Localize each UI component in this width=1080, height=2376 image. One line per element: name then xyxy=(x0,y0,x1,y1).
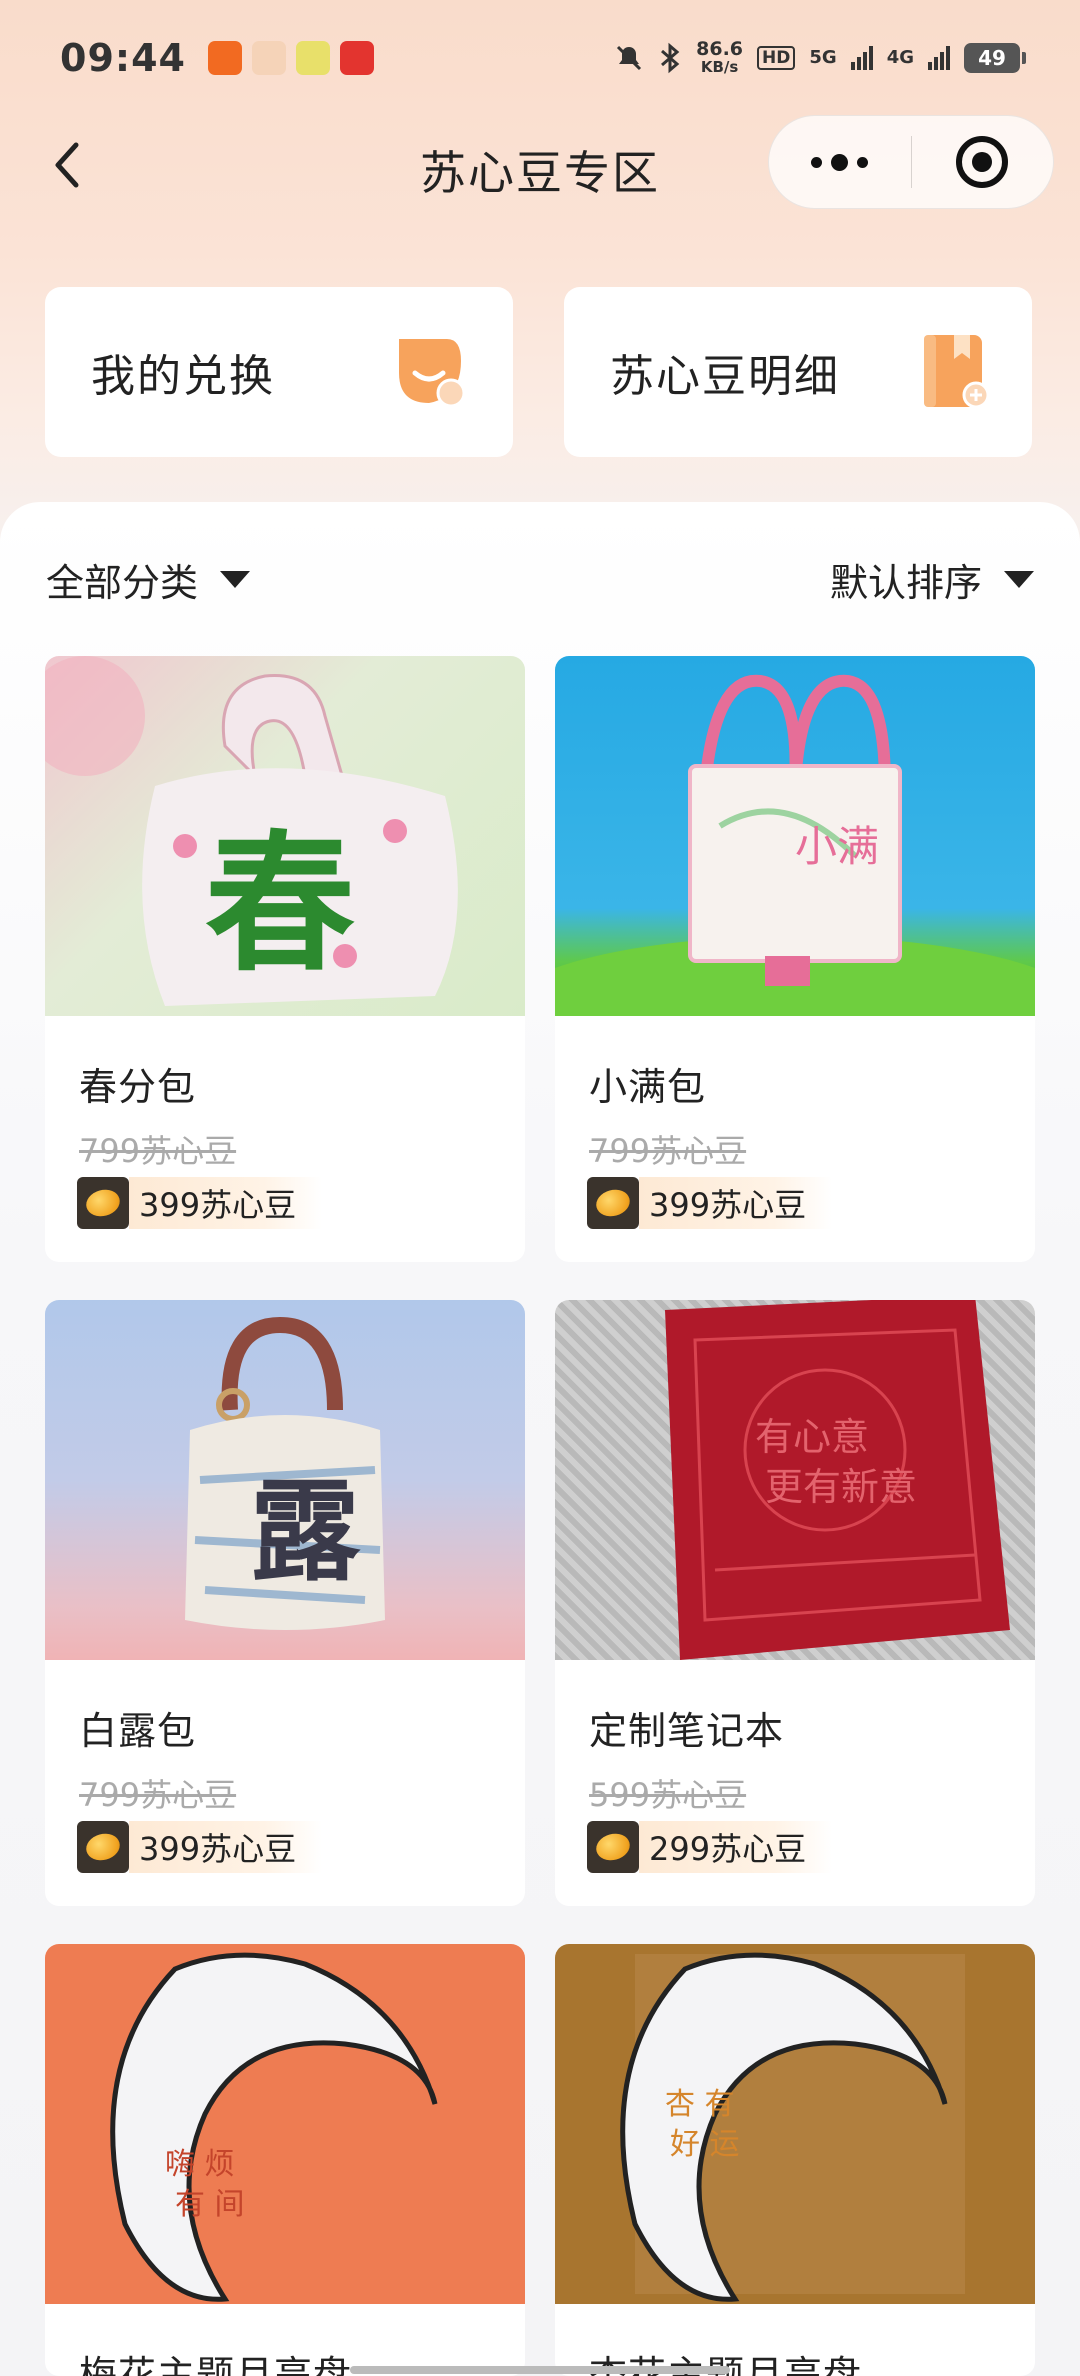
app-notification-icon xyxy=(251,40,286,75)
home-indicator[interactable] xyxy=(350,2366,730,2374)
sim2-label: 4G xyxy=(886,47,914,68)
product-name: 白露包 xyxy=(79,1709,197,1753)
svg-text:春: 春 xyxy=(205,818,355,992)
product-card[interactable]: 露 白露包 799苏心豆 399苏心豆 xyxy=(45,1300,525,1906)
product-image: 小满 xyxy=(555,656,1035,1016)
status-time: 09:44 xyxy=(60,35,186,80)
battery-icon: 49 xyxy=(964,42,1026,73)
svg-text:小满: 小满 xyxy=(795,822,879,871)
mini-program-capsule xyxy=(768,115,1054,209)
app-notification-icon xyxy=(207,40,242,75)
exchange-price: 299苏心豆 xyxy=(639,1821,833,1873)
original-price: 799苏心豆 xyxy=(79,1776,237,1814)
close-mini-program-button[interactable] xyxy=(911,115,1053,209)
ledger-book-icon xyxy=(924,335,990,409)
bean-coin-icon xyxy=(77,1177,129,1229)
caret-down-icon xyxy=(220,571,251,588)
product-image: 春 xyxy=(45,656,525,1016)
price-row: 399苏心豆 xyxy=(77,1176,323,1230)
svg-text:有 间: 有 间 xyxy=(175,2187,245,2222)
product-card[interactable]: 有心意 更有新意 定制笔记本 599苏心豆 299苏心豆 xyxy=(555,1300,1035,1906)
exchange-price: 399苏心豆 xyxy=(639,1177,833,1229)
svg-text:杏 有: 杏 有 xyxy=(665,2087,735,2122)
status-bar: 09:44 86.6 KB/s HD 5G 4G 49 xyxy=(0,0,1080,115)
chat-bubble-icon xyxy=(399,339,466,408)
notebook-illustration: 有心意 更有新意 xyxy=(665,1300,1010,1660)
quick-link-label: 我的兑换 xyxy=(91,351,275,402)
quick-link-label: 苏心豆明细 xyxy=(610,351,840,402)
svg-text:好 运: 好 运 xyxy=(670,2127,740,2162)
more-dot-icon xyxy=(811,156,823,168)
network-speed: 86.6 KB/s xyxy=(696,37,744,76)
bean-coin-icon xyxy=(587,1821,639,1873)
svg-text:更有新意: 更有新意 xyxy=(765,1465,917,1509)
bean-detail-card[interactable]: 苏心豆明细 xyxy=(564,287,1032,457)
target-icon xyxy=(956,136,1009,188)
original-price: 799苏心豆 xyxy=(589,1132,747,1170)
moon-plate-illustration: 嗨 烦 有 间 xyxy=(110,1952,438,2302)
product-image: 露 xyxy=(45,1300,525,1660)
more-dot-icon xyxy=(831,153,849,171)
moon-plate-illustration: 杏 有 好 运 xyxy=(620,1952,965,2302)
category-filter[interactable]: 全部分类 xyxy=(46,552,251,607)
product-card[interactable]: 嗨 烦 有 间 梅花主题月亮盘 xyxy=(45,1944,525,2376)
exchange-price: 399苏心豆 xyxy=(129,1821,323,1873)
original-price: 799苏心豆 xyxy=(79,1132,237,1170)
product-image: 嗨 烦 有 间 xyxy=(45,1944,525,2304)
product-image: 杏 有 好 运 xyxy=(555,1944,1035,2304)
product-name: 梅花主题月亮盘 xyxy=(79,2353,353,2376)
original-price: 599苏心豆 xyxy=(589,1776,747,1814)
price-row: 399苏心豆 xyxy=(587,1176,833,1230)
caret-down-icon xyxy=(1004,571,1034,588)
exchange-price: 399苏心豆 xyxy=(129,1177,323,1229)
more-dot-icon xyxy=(857,156,869,168)
sort-filter[interactable]: 默认排序 xyxy=(830,552,1034,607)
sim1-label: 5G xyxy=(809,47,837,68)
category-filter-label: 全部分类 xyxy=(46,561,199,605)
product-name: 小满包 xyxy=(589,1065,707,1109)
bluetooth-icon xyxy=(661,42,680,73)
product-image: 有心意 更有新意 xyxy=(555,1300,1035,1660)
product-card[interactable]: 春 春分包 799苏心豆 399苏心豆 xyxy=(45,656,525,1262)
notification-icons xyxy=(207,40,374,75)
tote-bag-illustration: 春 xyxy=(45,656,458,1006)
svg-text:露: 露 xyxy=(250,1468,361,1596)
hd-badge: HD xyxy=(757,45,796,70)
tote-bag-illustration: 露 xyxy=(185,1316,385,1630)
svg-text:有心意: 有心意 xyxy=(755,1415,869,1459)
sort-filter-label: 默认排序 xyxy=(829,561,982,605)
svg-text:嗨 烦: 嗨 烦 xyxy=(165,2147,235,2182)
bean-coin-icon xyxy=(587,1177,639,1229)
price-row: 299苏心豆 xyxy=(587,1820,833,1874)
bean-coin-icon xyxy=(77,1821,129,1873)
signal-icon xyxy=(850,45,873,70)
app-notification-icon xyxy=(295,40,330,75)
signal-icon xyxy=(928,45,950,70)
product-name: 春分包 xyxy=(79,1065,197,1109)
product-card[interactable]: 小满 小满包 799苏心豆 399苏心豆 xyxy=(555,656,1035,1262)
mute-icon xyxy=(617,45,642,70)
price-row: 399苏心豆 xyxy=(77,1820,323,1874)
product-name: 定制笔记本 xyxy=(589,1709,785,1753)
tote-bag-illustration: 小满 xyxy=(555,674,1035,1016)
nav-bar: 苏心豆专区 xyxy=(0,115,1080,215)
product-card[interactable]: 杏 有 好 运 杏花主题月亮盘 xyxy=(555,1944,1035,2376)
more-button[interactable] xyxy=(769,115,911,209)
my-exchange-card[interactable]: 我的兑换 xyxy=(45,287,513,457)
app-notification-icon xyxy=(339,40,374,75)
